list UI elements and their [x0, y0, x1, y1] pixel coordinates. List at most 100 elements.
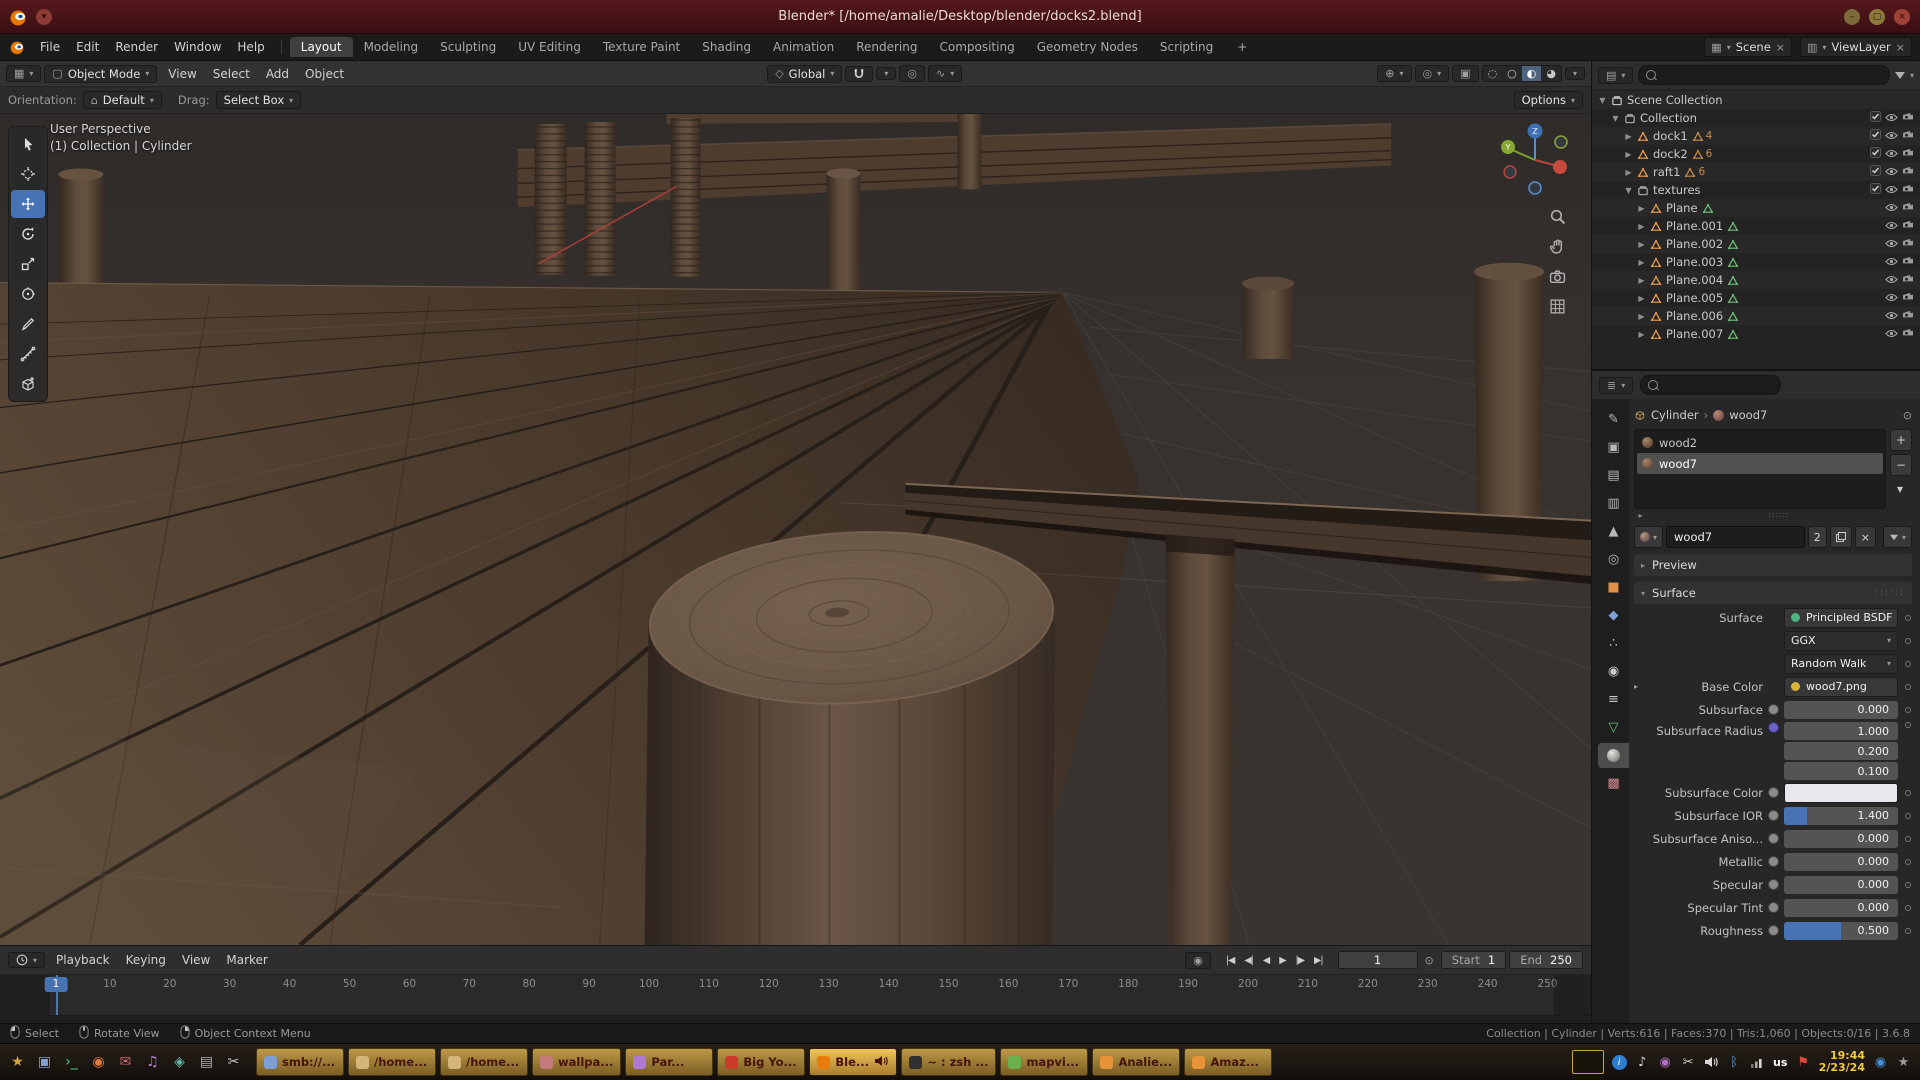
hide-eye-icon[interactable]: [1885, 291, 1898, 305]
outliner-row-textures[interactable]: ▼textures: [1592, 181, 1920, 199]
list-resize-grip[interactable]: ∷∷∷: [1769, 511, 1790, 520]
properties-tab-object[interactable]: ■: [1598, 575, 1629, 600]
viewport-3d[interactable]: User Perspective (1) Collection | Cylind…: [0, 114, 1591, 945]
animate-decorator[interactable]: [1903, 684, 1912, 690]
launcher-media-player-icon[interactable]: ♫: [140, 1050, 165, 1075]
scene-unlink-icon[interactable]: ×: [1776, 41, 1785, 54]
show-overlays-toggle[interactable]: ◎▾: [1415, 65, 1450, 82]
menu-help[interactable]: Help: [229, 38, 272, 56]
tray-applet-2-icon[interactable]: ★: [1896, 1055, 1911, 1070]
exclude-checkbox[interactable]: [1870, 183, 1881, 197]
expand-icon[interactable]: ▼: [1622, 186, 1635, 195]
properties-tab-tool[interactable]: ✎: [1598, 407, 1629, 432]
use-preview-range-icon[interactable]: ⊙: [1425, 954, 1434, 967]
window-minimize-button[interactable]: –: [1844, 9, 1860, 25]
slot-specials-dropdown[interactable]: ▾: [1890, 479, 1910, 499]
tray-clipper-icon[interactable]: ✂: [1681, 1055, 1696, 1070]
expand-icon[interactable]: ▶: [1635, 330, 1648, 339]
disable-render-camera-icon[interactable]: [1902, 165, 1915, 179]
hide-eye-icon[interactable]: [1885, 327, 1898, 341]
outliner-row-plane-004[interactable]: ▶Plane.004: [1592, 271, 1920, 289]
unlink-material-button[interactable]: ×: [1855, 526, 1876, 548]
workspace-tab-geometry-nodes[interactable]: Geometry Nodes: [1026, 37, 1149, 57]
xray-toggle[interactable]: ▣: [1452, 65, 1478, 82]
outliner-editor-type[interactable]: ▤▾: [1598, 67, 1633, 84]
prop-vector-slider[interactable]: 1.000: [1784, 722, 1898, 740]
animate-decorator[interactable]: [1903, 790, 1912, 796]
prop-slider[interactable]: 0.000: [1784, 876, 1898, 894]
hide-eye-icon[interactable]: [1885, 147, 1898, 161]
tray-media-note-icon[interactable]: ♪: [1635, 1055, 1650, 1070]
launcher-terminal-icon[interactable]: ›_: [59, 1050, 84, 1075]
task-button-7-zsh[interactable]: ~ : zsh ...: [901, 1048, 996, 1076]
prop-dropdown[interactable]: GGX▾: [1784, 631, 1898, 651]
frame-end-field[interactable]: End250: [1509, 951, 1583, 969]
add-workspace-button[interactable]: +: [1226, 37, 1258, 57]
window-close-button[interactable]: ×: [1894, 9, 1910, 25]
disable-render-camera-icon[interactable]: [1902, 327, 1915, 341]
task-button-8-mapvi[interactable]: mapvi...: [1000, 1048, 1088, 1076]
exclude-checkbox[interactable]: [1870, 111, 1881, 125]
axis-y-neg-handle[interactable]: [1555, 136, 1567, 148]
expand-icon[interactable]: ▶: [1635, 294, 1648, 303]
disable-render-camera-icon[interactable]: [1902, 111, 1915, 125]
exclude-checkbox[interactable]: [1870, 165, 1881, 179]
disable-render-camera-icon[interactable]: [1902, 183, 1915, 197]
filter-dropdown-icon[interactable]: ▾: [1910, 71, 1914, 80]
prop-slider[interactable]: 1.400: [1784, 807, 1898, 825]
properties-tab-constraints[interactable]: ≡: [1598, 687, 1629, 712]
exclude-checkbox[interactable]: [1870, 147, 1881, 161]
expand-icon[interactable]: ▶: [1635, 240, 1648, 249]
current-frame-field[interactable]: 1: [1338, 951, 1418, 969]
prop-slider[interactable]: 0.000: [1784, 853, 1898, 871]
expand-icon[interactable]: ▶: [1635, 312, 1648, 321]
show-gizmo-toggle[interactable]: ⊕▾: [1377, 65, 1411, 82]
shading-rendered-button[interactable]: ◕: [1541, 66, 1561, 81]
options-dropdown[interactable]: Options▾: [1514, 91, 1583, 109]
tray-volume-icon[interactable]: [1704, 1056, 1719, 1068]
outliner-row-plane-007[interactable]: ▶Plane.007: [1592, 325, 1920, 343]
material-slot-wood2[interactable]: wood2: [1637, 432, 1883, 453]
slot-filter-expander[interactable]: ▸: [1634, 511, 1647, 520]
expand-icon[interactable]: ▶: [1622, 168, 1635, 177]
menu-render[interactable]: Render: [107, 38, 166, 56]
outliner-row-raft1[interactable]: ▶raft16: [1592, 163, 1920, 181]
drag-setting-dropdown[interactable]: Select Box▾: [216, 91, 302, 109]
properties-tab-render[interactable]: ▣: [1598, 435, 1629, 460]
viewport-menu-object[interactable]: Object: [297, 65, 352, 83]
expand-icon[interactable]: ▶: [1622, 150, 1635, 159]
filter-icon[interactable]: [1895, 72, 1905, 79]
workspace-tab-animation[interactable]: Animation: [762, 37, 845, 57]
properties-tab-physics[interactable]: ◉: [1598, 659, 1629, 684]
properties-tab-texture[interactable]: ▩: [1598, 771, 1629, 796]
outliner-row-plane-005[interactable]: ▶Plane.005: [1592, 289, 1920, 307]
hide-eye-icon[interactable]: [1885, 273, 1898, 287]
hide-eye-icon[interactable]: [1885, 255, 1898, 269]
viewport-menu-select[interactable]: Select: [205, 65, 258, 83]
properties-tab-material[interactable]: [1598, 743, 1629, 768]
prev-keyframe-button[interactable]: ◀|: [1240, 954, 1257, 967]
material-slot-wood7[interactable]: wood7: [1637, 453, 1883, 474]
outliner-row-plane-003[interactable]: ▶Plane.003: [1592, 253, 1920, 271]
outliner-row-collection[interactable]: ▼Collection: [1592, 109, 1920, 127]
viewlayer-remove-icon[interactable]: ×: [1896, 41, 1905, 54]
properties-search-input[interactable]: [1640, 375, 1781, 395]
ortho-grid-icon[interactable]: [1549, 298, 1566, 315]
disable-render-camera-icon[interactable]: [1902, 255, 1915, 269]
menu-file[interactable]: File: [32, 38, 68, 56]
workspace-tab-texture-paint[interactable]: Texture Paint: [592, 37, 691, 57]
outliner-search-input[interactable]: [1638, 65, 1890, 85]
hide-eye-icon[interactable]: [1885, 237, 1898, 251]
browse-material-button[interactable]: ▾: [1634, 526, 1663, 548]
timeline-ruler[interactable]: 1020304050607080901001101201301401501601…: [0, 975, 1591, 1015]
animate-decorator[interactable]: [1903, 661, 1912, 667]
blender-logo-icon[interactable]: [8, 38, 26, 56]
proportional-edit-toggle[interactable]: ◎: [899, 65, 925, 82]
window-maximize-button[interactable]: ▢: [1869, 9, 1885, 25]
breadcrumb-object[interactable]: Cylinder: [1651, 408, 1699, 422]
task-button-0-smb[interactable]: smb://...: [256, 1048, 344, 1076]
axis-z-neg-handle[interactable]: [1529, 182, 1541, 194]
shading-solid-button[interactable]: ○: [1502, 66, 1522, 81]
disable-render-camera-icon[interactable]: [1902, 147, 1915, 161]
tool-cursor[interactable]: [11, 160, 45, 188]
